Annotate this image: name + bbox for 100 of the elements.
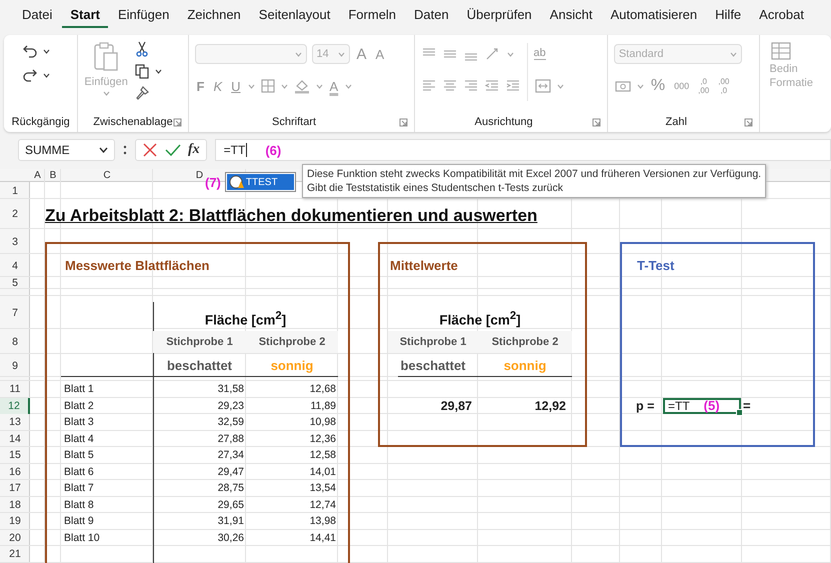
row-header[interactable]: 20 xyxy=(0,532,30,544)
sample-header: Stichprobe 2 xyxy=(478,330,572,352)
caret-icon xyxy=(43,72,50,78)
table-cell-text: 11,89 xyxy=(310,400,337,412)
menu-tab[interactable]: Hilfe xyxy=(707,2,750,28)
caret-icon xyxy=(280,84,288,88)
condition-label: sonnig xyxy=(270,358,314,373)
insert-function-button[interactable]: fx xyxy=(188,142,200,158)
row-header[interactable]: 21 xyxy=(0,548,30,560)
row-header[interactable]: 13 xyxy=(0,416,30,428)
menu-tab[interactable]: Daten xyxy=(406,2,457,28)
sample-header: Stichprobe 1 xyxy=(388,330,478,352)
table-cell-text: 10,98 xyxy=(308,416,337,428)
caret-icon xyxy=(316,84,323,88)
table-cell-text: 31,91 xyxy=(216,515,245,528)
clipboard-icon xyxy=(92,41,120,73)
menu-tab[interactable]: Acrobat xyxy=(751,2,812,28)
autocomplete-item[interactable]: TTEST xyxy=(226,174,294,190)
row-header[interactable]: 4 xyxy=(0,260,30,272)
row-header[interactable]: 9 xyxy=(0,360,30,372)
menu-tab[interactable]: Ansicht xyxy=(542,2,600,28)
sample-header: Stichprobe 1 xyxy=(153,330,246,352)
menu-tab[interactable]: Überprüfen xyxy=(458,2,540,28)
table-cell-text: Blatt 10 xyxy=(63,532,101,544)
table-cell-text: Blatt 5 xyxy=(63,449,95,462)
row-header[interactable]: 7 xyxy=(0,306,30,318)
menu-tab[interactable]: Start xyxy=(62,2,108,28)
row-header[interactable]: 11 xyxy=(0,383,30,396)
table-cell-text: 29,23 xyxy=(216,400,245,412)
tooltip-text: Gibt die Teststatistik eines Studentschen t-Tests zurück xyxy=(307,181,564,195)
group-label: Zahl xyxy=(665,116,687,128)
table-icon xyxy=(770,41,792,61)
panel-title: Messwerte Blattflächen xyxy=(64,258,210,273)
row-header[interactable]: 14 xyxy=(0,432,30,445)
format-painter-icon[interactable] xyxy=(134,85,150,101)
formula-field[interactable]: =TT (6) xyxy=(214,139,831,161)
menu-tab[interactable]: Datei xyxy=(14,2,60,28)
table-cell-text: Blatt 6 xyxy=(63,466,95,478)
column-header[interactable]: A xyxy=(34,169,41,182)
row-header[interactable]: 8 xyxy=(0,336,30,348)
caret-icon xyxy=(338,52,345,56)
name-box[interactable]: SUMME xyxy=(18,139,115,161)
active-cell[interactable]: =TT (5) xyxy=(663,398,741,414)
column-header[interactable]: C xyxy=(103,169,111,182)
table-cell-text: 29,47 xyxy=(216,466,245,478)
caret-icon xyxy=(43,48,50,54)
row-header[interactable]: 5 xyxy=(0,277,30,289)
formula-text: =TT xyxy=(224,143,246,157)
table-cell-text: Blatt 9 xyxy=(63,515,95,528)
row-header[interactable]: 2 xyxy=(0,208,30,220)
font-name-dropdown[interactable] xyxy=(194,44,307,64)
table-cell-text: 14,41 xyxy=(308,532,337,544)
menu-tab[interactable]: Formeln xyxy=(340,2,404,28)
scissors-icon[interactable] xyxy=(134,41,150,57)
annotation-label: (5) xyxy=(704,398,720,414)
row-header[interactable]: 1 xyxy=(0,184,30,196)
table-cell-text: 27,34 xyxy=(216,449,245,462)
borders-icon[interactable] xyxy=(260,78,276,94)
condition-label: sonnig xyxy=(502,358,548,373)
more-options-icon[interactable] xyxy=(123,144,127,156)
table-cell-text: 29,65 xyxy=(216,498,245,511)
confirm-icon[interactable] xyxy=(165,142,181,158)
table-cell-text: 12,58 xyxy=(308,449,337,462)
menu-tab[interactable]: Zeichnen xyxy=(179,2,249,28)
row-header[interactable]: 19 xyxy=(0,515,30,528)
panel-title: T-Test xyxy=(636,258,676,273)
table-cell-text: 27,88 xyxy=(216,432,245,445)
panel-title: Mittelwerte xyxy=(389,258,459,273)
row-header[interactable]: 17 xyxy=(0,482,30,494)
table-cell-text: Blatt 3 xyxy=(63,416,95,428)
fill-bucket-icon[interactable] xyxy=(292,78,311,94)
column-header[interactable]: B xyxy=(50,169,56,182)
dialog-launcher-icon[interactable] xyxy=(172,118,182,127)
row-header[interactable]: 12 xyxy=(0,398,30,414)
merge-cells-icon[interactable] xyxy=(534,78,552,94)
row-header[interactable]: 15 xyxy=(0,449,30,462)
table-cell-text: 12,74 xyxy=(308,498,337,511)
equals-sign: = xyxy=(742,398,752,414)
group-label: Schriftart xyxy=(272,116,316,128)
row-header[interactable]: 3 xyxy=(0,236,30,248)
table-cell-text: 31,58 xyxy=(216,383,245,396)
column-header[interactable]: D xyxy=(196,169,204,182)
undo-icon xyxy=(22,43,38,59)
table-cell-text: Blatt 8 xyxy=(63,498,95,511)
menu-tab[interactable]: Seitenlayout xyxy=(250,2,338,28)
caret-icon xyxy=(99,147,108,153)
copy-icon[interactable] xyxy=(134,63,150,79)
group-label: Ausrichtung xyxy=(474,116,533,128)
column-group-header: Fläche [cm$^{2}$] xyxy=(438,310,522,329)
menu-tab[interactable]: Einfügen xyxy=(110,2,178,28)
caret-icon xyxy=(345,84,352,88)
cancel-icon[interactable] xyxy=(142,142,158,158)
row-header[interactable]: 16 xyxy=(0,466,30,478)
redo-button[interactable] xyxy=(22,67,50,83)
table-cell-text: Blatt 4 xyxy=(63,432,95,445)
caret-icon xyxy=(636,84,644,88)
row-header[interactable]: 18 xyxy=(0,498,30,511)
menu-tab[interactable]: Automatisieren xyxy=(602,2,706,28)
cell-formula: =TT xyxy=(668,398,690,413)
undo-button[interactable] xyxy=(22,43,50,59)
